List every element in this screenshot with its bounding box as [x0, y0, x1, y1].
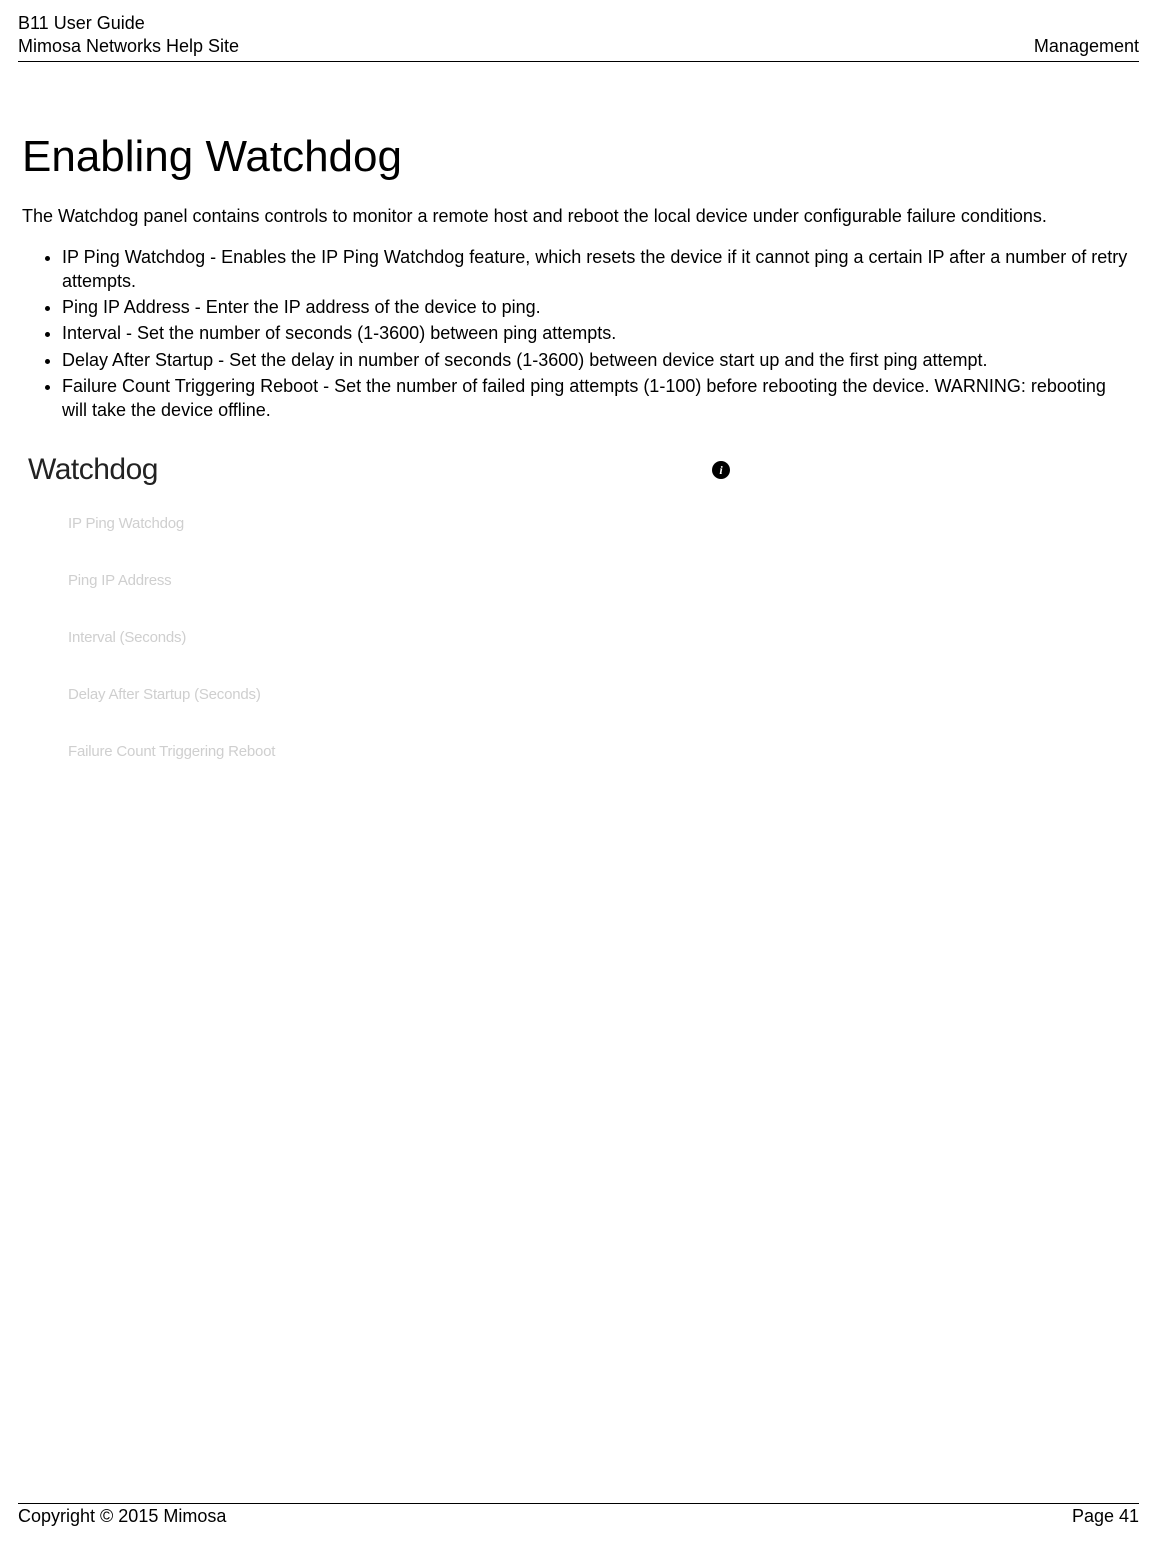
main-content: Enabling Watchdog The Watchdog panel con…	[18, 132, 1139, 760]
intro-paragraph: The Watchdog panel contains controls to …	[22, 202, 1135, 231]
list-item: Failure Count Triggering Reboot - Set th…	[62, 374, 1135, 423]
panel-body: IP Ping Watchdog Ping IP Address Interva…	[28, 515, 748, 760]
panel-header: Watchdog i	[28, 453, 748, 487]
watchdog-panel: Watchdog i IP Ping Watchdog Ping IP Addr…	[28, 453, 748, 760]
list-item: IP Ping Watchdog - Enables the IP Ping W…	[62, 245, 1135, 294]
footer-copyright: Copyright © 2015 Mimosa	[18, 1506, 226, 1527]
field-interval: Interval (Seconds)	[68, 629, 748, 646]
field-failure-count: Failure Count Triggering Reboot	[68, 743, 748, 760]
header-site-name: Mimosa Networks Help Site	[18, 35, 239, 58]
field-ip-ping-watchdog: IP Ping Watchdog	[68, 515, 748, 532]
header-guide-title: B11 User Guide	[18, 12, 1139, 35]
header-rule	[18, 61, 1139, 62]
list-item: Ping IP Address - Enter the IP address o…	[62, 295, 1135, 319]
footer-page-number: Page 41	[1072, 1506, 1139, 1527]
header-section: Management	[1034, 35, 1139, 58]
field-delay-after-startup: Delay After Startup (Seconds)	[68, 686, 748, 703]
bullet-list: IP Ping Watchdog - Enables the IP Ping W…	[22, 245, 1135, 423]
list-item: Interval - Set the number of seconds (1-…	[62, 321, 1135, 345]
page-title: Enabling Watchdog	[22, 132, 1135, 182]
info-icon[interactable]: i	[712, 461, 730, 479]
footer-rule	[18, 1503, 1139, 1504]
page-footer: Copyright © 2015 Mimosa Page 41	[18, 1503, 1139, 1527]
field-ping-ip-address: Ping IP Address	[68, 572, 748, 589]
panel-title: Watchdog	[28, 453, 158, 487]
page-header: B11 User Guide Mimosa Networks Help Site…	[18, 12, 1139, 62]
list-item: Delay After Startup - Set the delay in n…	[62, 348, 1135, 372]
